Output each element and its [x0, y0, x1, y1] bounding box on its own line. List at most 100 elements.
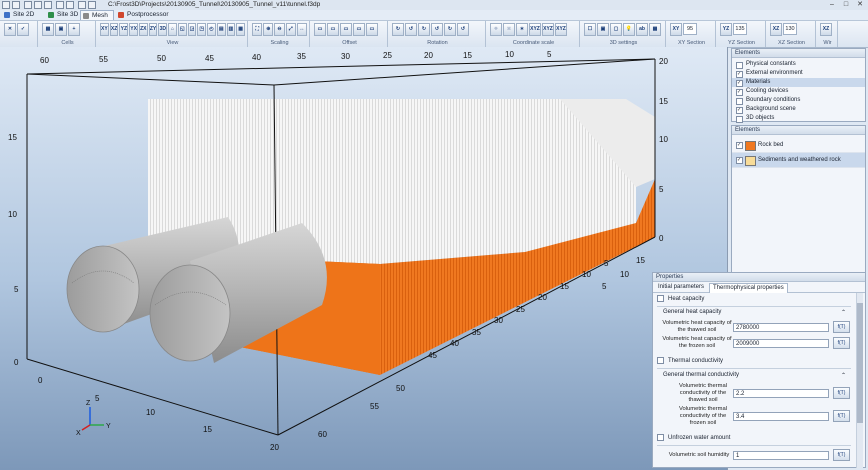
ribbon-button[interactable]: ▦ [649, 23, 661, 36]
ribbon-button[interactable]: ZX [138, 23, 148, 36]
frozen-conductivity-input[interactable]: 3.4 [733, 412, 829, 421]
tree-item-checkbox[interactable] [736, 62, 743, 69]
ribbon-button[interactable]: ▤ [216, 23, 226, 36]
close-button[interactable]: ✕ [854, 0, 866, 9]
ribbon-button[interactable]: ↺ [431, 23, 443, 36]
ribbon-button[interactable]: XYZ [542, 23, 554, 36]
thawed-conductivity-function-button[interactable]: f(T) [833, 387, 850, 399]
tree-item[interactable]: ✓ Background scene [732, 105, 865, 114]
frozen-conductivity-function-button[interactable]: f(T) [833, 410, 850, 422]
tree-item-checkbox[interactable]: ✓ [736, 71, 743, 78]
section-value-input[interactable]: 130 [783, 23, 797, 35]
ribbon-button[interactable]: ◳ [197, 23, 207, 36]
undo-icon[interactable] [56, 1, 64, 9]
ribbon-button[interactable]: ⊕ [263, 23, 274, 36]
ribbon-button[interactable]: ↻ [392, 23, 404, 36]
ribbon-button[interactable]: ↺ [405, 23, 417, 36]
material-checkbox[interactable]: ✓ [736, 157, 743, 164]
scroll-thumb[interactable] [857, 303, 863, 423]
tree-item[interactable]: ✓ Materials [732, 78, 865, 87]
ribbon-button[interactable]: ☐ [584, 23, 596, 36]
help-icon[interactable] [88, 1, 96, 9]
soil-humidity-input[interactable]: 1 [733, 451, 829, 460]
ribbon-button[interactable]: XY [100, 23, 109, 36]
ribbon-button[interactable]: ⁘ [490, 23, 502, 36]
ribbon-button[interactable]: ▭ [353, 23, 365, 36]
tab-initial-parameters[interactable]: Initial parameters [655, 283, 707, 292]
unfrozen-water-section[interactable]: Unfrozen water amount [657, 434, 730, 441]
settings-icon[interactable] [78, 1, 86, 9]
ribbon-button[interactable]: ▭ [366, 23, 378, 36]
ribbon-button[interactable]: 3D [158, 23, 168, 36]
ribbon-button[interactable]: XY [670, 23, 682, 36]
ribbon-button[interactable]: 💡 [623, 23, 635, 36]
frozen-heat-capacity-input[interactable]: 2009000 [733, 339, 829, 348]
tree-item[interactable]: Boundary conditions [732, 96, 865, 105]
tree-item[interactable]: Physical constants [732, 60, 865, 69]
ribbon-button[interactable]: ↻ [444, 23, 456, 36]
properties-scrollbar[interactable] [856, 293, 863, 468]
tab-mesh[interactable]: Mesh [80, 10, 114, 20]
ribbon-button[interactable]: ▣ [597, 23, 609, 36]
heat-capacity-section[interactable]: Heat capacity [657, 295, 704, 302]
ribbon-button[interactable]: ⊖ [274, 23, 285, 36]
ribbon-button[interactable]: ▭ [340, 23, 352, 36]
ribbon-button[interactable]: ▭ [327, 23, 339, 36]
open-icon[interactable] [34, 1, 42, 9]
ribbon-button[interactable]: XYZ [555, 23, 567, 36]
tree-item[interactable]: 3D objects [732, 114, 865, 123]
maximize-button[interactable]: □ [840, 0, 852, 9]
ribbon-button[interactable]: ⛶ [252, 23, 263, 36]
frozen-heat-capacity-function-button[interactable]: f(T) [833, 337, 850, 349]
ribbon-button[interactable]: ◴ [207, 23, 216, 36]
section-value-input[interactable]: 95 [683, 23, 697, 35]
ribbon-button[interactable]: ✓ [17, 23, 29, 36]
ribbon-button[interactable]: ZY [148, 23, 158, 36]
ribbon-button[interactable]: ▣ [55, 23, 67, 36]
ribbon-button[interactable]: ↻ [418, 23, 430, 36]
ribbon-button[interactable]: XZ [109, 23, 119, 36]
tree-item-checkbox[interactable]: ✓ [736, 89, 743, 96]
ribbon-button[interactable]: ⌂ [168, 23, 177, 36]
ribbon-button[interactable]: ⁙ [503, 23, 515, 36]
material-checkbox[interactable]: ✓ [736, 142, 743, 149]
ribbon-button[interactable]: ↔ [296, 23, 308, 36]
save-icon[interactable] [24, 1, 32, 9]
ribbon-button[interactable]: ◲ [187, 23, 197, 36]
ribbon-button[interactable]: XZ [820, 23, 832, 36]
tab-postprocessor[interactable]: Postprocessor [116, 10, 176, 20]
ribbon-button[interactable]: YZ [720, 23, 732, 36]
ribbon-button[interactable]: + [68, 23, 80, 36]
minimize-button[interactable]: – [826, 0, 838, 9]
new-file-icon[interactable] [12, 1, 20, 9]
3d-viewport[interactable]: 60 55 50 45 40 35 30 25 20 15 10 5 15 10… [0, 47, 728, 470]
material-item[interactable]: ✓ Sediments and weathered rock [732, 153, 865, 168]
tab-site-3d[interactable]: Site 3D [46, 10, 80, 20]
ribbon-button[interactable]: ◱ [177, 23, 187, 36]
soil-humidity-function-button[interactable]: f(T) [833, 449, 850, 461]
tree-item[interactable]: ✓ Cooling devices [732, 87, 865, 96]
ribbon-button[interactable]: ▦ [236, 23, 246, 36]
section-checkbox[interactable] [657, 434, 664, 441]
tree-item[interactable]: ✓ External environment [732, 69, 865, 78]
section-value-input[interactable]: 135 [733, 23, 747, 35]
ribbon-button[interactable]: YX [129, 23, 138, 36]
thermal-conductivity-section[interactable]: Thermal conductivity [657, 357, 723, 364]
section-checkbox[interactable] [657, 295, 664, 302]
tab-site-2d[interactable]: Site 2D [2, 10, 46, 20]
thawed-conductivity-input[interactable]: 2.2 [733, 389, 829, 398]
ribbon-button[interactable]: XYZ [529, 23, 541, 36]
tree-item-checkbox[interactable] [736, 116, 743, 123]
ribbon-button[interactable]: YZ [119, 23, 129, 36]
thawed-heat-capacity-input[interactable]: 2780000 [733, 323, 829, 332]
section-checkbox[interactable] [657, 357, 664, 364]
material-item[interactable]: ✓ Rock bed [732, 138, 865, 153]
material-color-swatch[interactable] [745, 141, 756, 151]
tree-item-checkbox[interactable] [736, 98, 743, 105]
ribbon-button[interactable]: ✕ [4, 23, 16, 36]
tree-item-checkbox[interactable]: ✓ [736, 107, 743, 114]
tree-item-checkbox[interactable]: ✓ [736, 80, 743, 87]
material-color-swatch[interactable] [745, 156, 756, 166]
ribbon-button[interactable]: ∗ [516, 23, 528, 36]
app-icon[interactable] [2, 1, 10, 9]
